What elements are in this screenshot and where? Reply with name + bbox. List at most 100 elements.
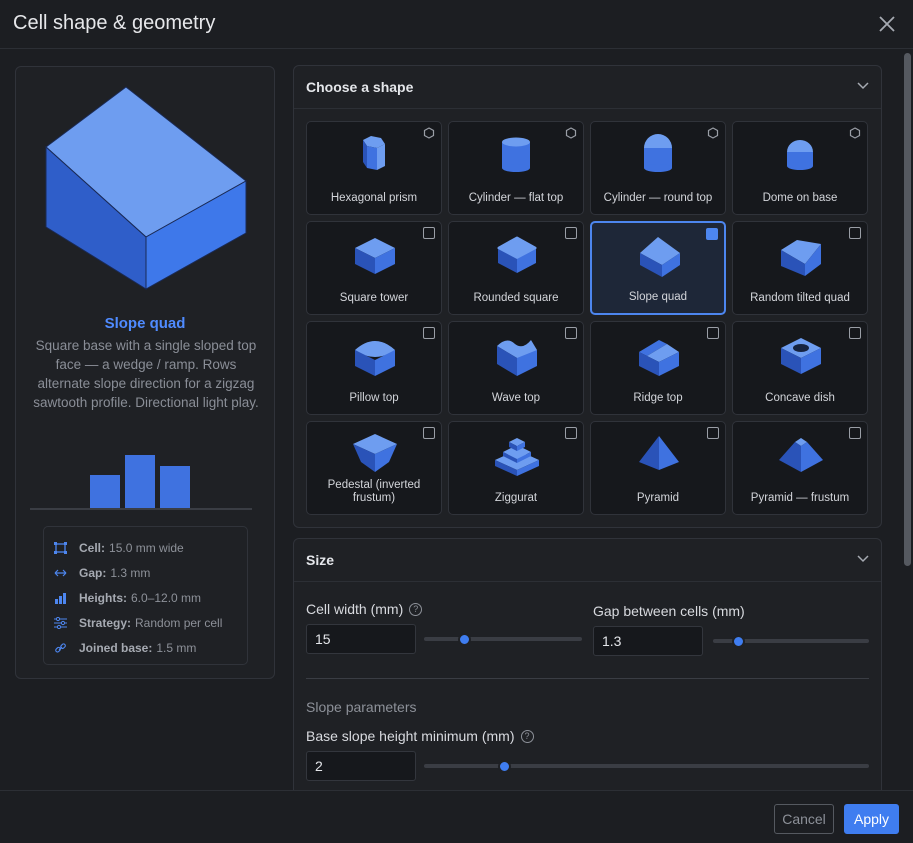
shape-checkbox[interactable] bbox=[565, 427, 577, 439]
scrollbar-thumb[interactable] bbox=[904, 53, 911, 566]
gap-arrows-icon bbox=[54, 569, 67, 576]
shape-card[interactable]: Concave dish bbox=[732, 321, 868, 415]
shape-card[interactable]: Ziggurat bbox=[448, 421, 584, 515]
info-label: Cell: bbox=[79, 540, 106, 555]
slider-handle[interactable] bbox=[498, 760, 512, 773]
selected-shape-name: Slope quad bbox=[104, 315, 186, 332]
info-heights: Heights: 6.0–12.0 mm bbox=[54, 585, 247, 610]
shape-label: Pedestal (inverted frustum) bbox=[327, 479, 421, 504]
shape-checkbox[interactable] bbox=[423, 327, 435, 339]
shape-checkbox[interactable] bbox=[423, 427, 435, 439]
wave-top-icon bbox=[497, 340, 537, 376]
dome-on-base-icon bbox=[787, 140, 813, 170]
shape-card[interactable]: Cylinder — flat top bbox=[448, 121, 584, 215]
dialog-title: Cell shape & geometry bbox=[13, 12, 216, 34]
pyramid-frustum-icon bbox=[779, 438, 823, 472]
slope-parameters-heading: Slope parameters bbox=[306, 699, 417, 715]
apply-button[interactable]: Apply bbox=[844, 804, 899, 834]
shape-card[interactable]: Rounded square bbox=[448, 221, 584, 315]
gap-input[interactable] bbox=[593, 626, 703, 656]
shape-chooser-panel: Choose a shape Hexagonal prism Cylinder —… bbox=[293, 65, 882, 528]
height-profile-icon bbox=[30, 455, 252, 510]
settings-column: Choose a shape Hexagonal prism Cylinder —… bbox=[293, 65, 882, 790]
shape-label: Random tilted quad bbox=[750, 292, 850, 304]
shape-label: Wave top bbox=[491, 392, 541, 404]
gap-slider[interactable] bbox=[713, 633, 869, 649]
shape-label: Hexagonal prism bbox=[330, 192, 418, 204]
shape-card[interactable]: Ridge top bbox=[590, 321, 726, 415]
dialog-footer: Cancel Apply bbox=[0, 790, 913, 843]
shape-checkbox[interactable] bbox=[707, 327, 719, 339]
shape-checkbox[interactable] bbox=[849, 427, 861, 439]
info-label: Joined base: bbox=[79, 640, 153, 655]
rounded-square-icon bbox=[497, 236, 537, 273]
ziggurat-icon bbox=[495, 438, 539, 476]
info-joined-base: Joined base: 1.5 mm bbox=[54, 635, 247, 660]
chevron-down-icon[interactable] bbox=[857, 82, 869, 90]
size-header[interactable]: Size bbox=[294, 539, 881, 582]
shape-card[interactable]: Pyramid bbox=[590, 421, 726, 515]
slider-handle[interactable] bbox=[457, 633, 471, 646]
shape-checkbox[interactable] bbox=[707, 427, 719, 439]
info-value: 1.5 mm bbox=[156, 640, 197, 655]
shape-label: Cylinder — round top bbox=[603, 192, 713, 204]
cylinder-flat-icon bbox=[502, 137, 530, 172]
shape-card[interactable]: Pillow top bbox=[306, 321, 442, 415]
divider bbox=[306, 678, 869, 679]
shape-card[interactable]: Wave top bbox=[448, 321, 584, 415]
shape-checkbox[interactable] bbox=[423, 227, 435, 239]
shape-checkbox[interactable] bbox=[849, 227, 861, 239]
chevron-down-icon[interactable] bbox=[857, 555, 869, 563]
info-value: 1.3 mm bbox=[110, 565, 151, 580]
shape-checkbox[interactable] bbox=[565, 327, 577, 339]
random-tilted-quad-icon bbox=[781, 240, 821, 276]
pedestal-icon bbox=[353, 434, 397, 472]
shape-checkbox[interactable] bbox=[706, 228, 718, 240]
shape-card[interactable]: Square tower bbox=[306, 221, 442, 315]
shape-label: Slope quad bbox=[628, 291, 688, 303]
slope-min-field: Base slope height minimum (mm)? bbox=[306, 725, 869, 781]
scrollbar[interactable] bbox=[903, 50, 911, 790]
gap-label: Gap between cells (mm) bbox=[593, 603, 745, 619]
slider-handle[interactable] bbox=[731, 635, 745, 648]
help-icon[interactable]: ? bbox=[409, 602, 423, 616]
close-icon[interactable] bbox=[877, 14, 897, 34]
pyramid-icon bbox=[639, 436, 679, 470]
cell-width-input[interactable] bbox=[306, 624, 416, 654]
hexagon-icon bbox=[423, 127, 435, 139]
shape-grid: Hexagonal prism Cylinder — flat top Cylind… bbox=[294, 109, 881, 527]
cell-width-slider[interactable] bbox=[424, 631, 582, 647]
shape-card[interactable]: Dome on base bbox=[732, 121, 868, 215]
size-body: Cell width (mm)? Gap between cells (mm) bbox=[294, 582, 881, 790]
title-bar: Cell shape & geometry bbox=[0, 0, 913, 49]
shape-label: Ziggurat bbox=[494, 492, 538, 504]
shape-card[interactable]: Cylinder — round top bbox=[590, 121, 726, 215]
info-cell: Cell: 15.0 mm wide bbox=[54, 535, 247, 560]
hexagon-icon bbox=[707, 127, 719, 139]
sliders-icon bbox=[54, 616, 67, 629]
shape-card[interactable]: Slope quad bbox=[590, 221, 726, 315]
bar-chart-icon bbox=[55, 592, 66, 604]
slope-min-slider[interactable] bbox=[424, 758, 869, 774]
shape-checkbox[interactable] bbox=[565, 227, 577, 239]
shape-chooser-header[interactable]: Choose a shape bbox=[294, 66, 881, 109]
shape-card[interactable]: Pedestal (inverted frustum) bbox=[306, 421, 442, 515]
shape-card[interactable]: Hexagonal prism bbox=[306, 121, 442, 215]
shape-label: Pillow top bbox=[349, 392, 399, 404]
hexagonal-prism-icon bbox=[363, 136, 385, 170]
cancel-button[interactable]: Cancel bbox=[774, 804, 834, 834]
slope-min-input[interactable] bbox=[306, 751, 416, 781]
shape-label: Cylinder — flat top bbox=[468, 192, 564, 204]
info-label: Strategy: bbox=[79, 615, 132, 630]
selected-shape-description: Square base with a single sloped top fac… bbox=[33, 338, 259, 410]
slope-min-label: Base slope height minimum (mm) bbox=[306, 728, 515, 744]
shape-card[interactable]: Pyramid — frustum bbox=[732, 421, 868, 515]
help-icon[interactable]: ? bbox=[520, 729, 534, 743]
size-panel: Size Cell width (mm)? Gap between cells … bbox=[293, 538, 882, 790]
shape-info-box: Cell: 15.0 mm wide Gap: 1.3 mm Heights: 6.0… bbox=[43, 526, 248, 665]
shape-card[interactable]: Random tilted quad bbox=[732, 221, 868, 315]
size-title: Size bbox=[306, 552, 335, 568]
info-value: 6.0–12.0 mm bbox=[131, 590, 202, 605]
shape-label: Square tower bbox=[339, 292, 409, 304]
shape-checkbox[interactable] bbox=[849, 327, 861, 339]
